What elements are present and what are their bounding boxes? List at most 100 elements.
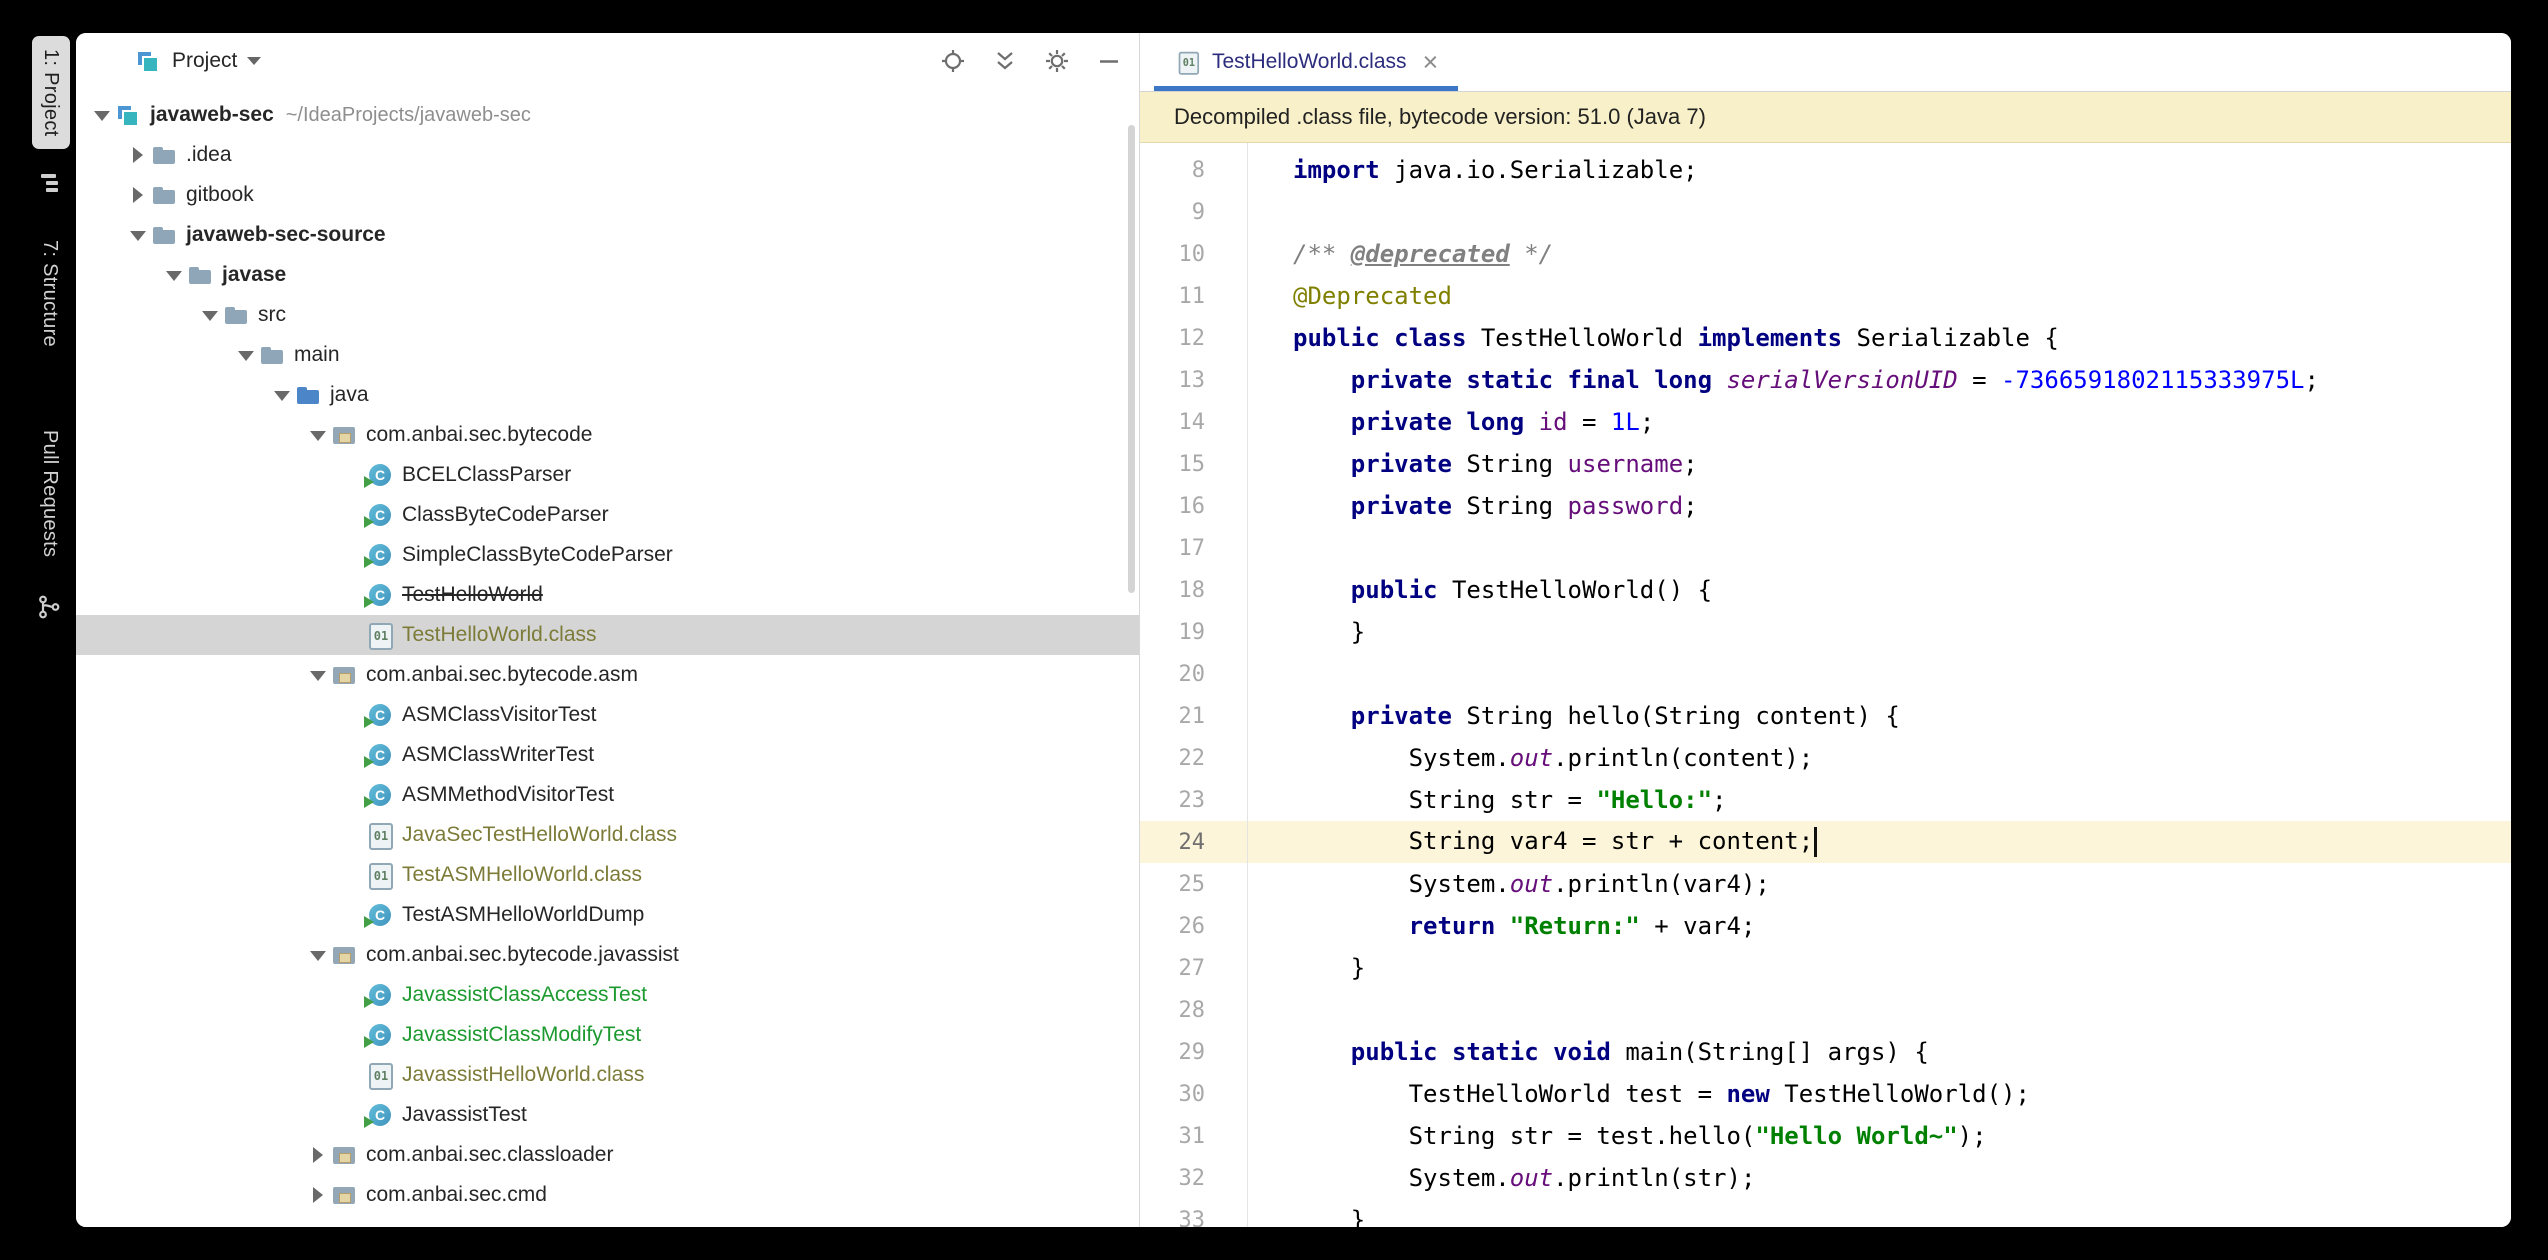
tree-arrow-spacer bbox=[342, 615, 366, 655]
tree-arrow-spacer bbox=[342, 735, 366, 775]
code-line-text: } bbox=[1247, 618, 1365, 646]
tree-item[interactable]: main bbox=[76, 335, 1139, 375]
class-icon bbox=[366, 701, 394, 729]
line-number: 10 bbox=[1140, 242, 1247, 267]
project-scrollbar-thumb[interactable] bbox=[1128, 125, 1135, 593]
tree-open-arrow-icon[interactable] bbox=[270, 375, 294, 415]
code-line: 9 bbox=[1140, 191, 2511, 233]
folder-icon bbox=[186, 261, 214, 289]
close-icon[interactable]: × bbox=[1423, 49, 1439, 76]
editor-tab-testhelloworld-class[interactable]: TestHelloWorld.class × bbox=[1154, 33, 1458, 91]
structure-icon[interactable] bbox=[38, 170, 62, 199]
tree-open-arrow-icon[interactable] bbox=[306, 935, 330, 975]
code-line-text: @Deprecated bbox=[1247, 282, 1452, 310]
tree-item-label: ASMClassWriterTest bbox=[402, 743, 594, 767]
tool-button-structure[interactable]: 7: Structure bbox=[38, 240, 62, 347]
tree-item[interactable]: javaweb-sec-source bbox=[76, 215, 1139, 255]
line-number: 27 bbox=[1140, 956, 1247, 981]
tree-item[interactable]: ClassByteCodeParser bbox=[76, 495, 1139, 535]
tree-item[interactable]: JavassistClassAccessTest bbox=[76, 975, 1139, 1015]
locate-file-icon[interactable] bbox=[939, 47, 967, 75]
git-icon[interactable] bbox=[36, 594, 62, 625]
tree-item-label: TestHelloWorld.class bbox=[402, 623, 597, 647]
tree-item[interactable]: SimpleClassByteCodeParser bbox=[76, 535, 1139, 575]
tree-item[interactable]: ASMClassWriterTest bbox=[76, 735, 1139, 775]
tree-arrow-spacer bbox=[342, 695, 366, 735]
line-number: 12 bbox=[1140, 326, 1247, 351]
tree-item[interactable]: TestASMHelloWorldDump bbox=[76, 895, 1139, 935]
code-line-text: public static void main(String[] args) { bbox=[1247, 1038, 1929, 1066]
tree-item[interactable]: javaweb-sec~/IdeaProjects/javaweb-sec bbox=[76, 95, 1139, 135]
classfile-icon bbox=[366, 861, 394, 889]
tool-button-pull-requests[interactable]: Pull Requests bbox=[38, 430, 62, 557]
tree-item[interactable] bbox=[76, 1215, 1139, 1227]
tree-item[interactable]: JavassistTest bbox=[76, 1095, 1139, 1135]
tree-open-arrow-icon[interactable] bbox=[306, 415, 330, 455]
tree-item[interactable]: gitbook bbox=[76, 175, 1139, 215]
class-icon bbox=[366, 541, 394, 569]
tree-item[interactable]: com.anbai.sec.classloader bbox=[76, 1135, 1139, 1175]
tree-item[interactable]: com.anbai.sec.bytecode.javassist bbox=[76, 935, 1139, 975]
tree-item[interactable]: src bbox=[76, 295, 1139, 335]
code-line: 26 return "Return:" + var4; bbox=[1140, 905, 2511, 947]
tree-item[interactable]: com.anbai.sec.cmd bbox=[76, 1175, 1139, 1215]
code-line: 27 } bbox=[1140, 947, 2511, 989]
code-line-text: System.out.println(content); bbox=[1247, 744, 1813, 772]
tree-item[interactable]: TestHelloWorld bbox=[76, 575, 1139, 615]
tree-item[interactable]: java bbox=[76, 375, 1139, 415]
tree-item-label: TestASMHelloWorld.class bbox=[402, 863, 642, 887]
tree-closed-arrow-icon[interactable] bbox=[306, 1175, 330, 1215]
tree-open-arrow-icon[interactable] bbox=[126, 215, 150, 255]
tree-item-label: javase bbox=[222, 263, 286, 287]
code-line: 12public class TestHelloWorld implements… bbox=[1140, 317, 2511, 359]
tree-open-arrow-icon[interactable] bbox=[162, 255, 186, 295]
editor-area: TestHelloWorld.class × Decompiled .class… bbox=[1140, 33, 2511, 1227]
line-number: 19 bbox=[1140, 620, 1247, 645]
line-number: 30 bbox=[1140, 1082, 1247, 1107]
tree-item[interactable]: JavassistClassModifyTest bbox=[76, 1015, 1139, 1055]
package-icon bbox=[330, 1141, 358, 1169]
tree-item[interactable]: javase bbox=[76, 255, 1139, 295]
tree-item[interactable]: ASMClassVisitorTest bbox=[76, 695, 1139, 735]
project-view-title[interactable]: Project bbox=[172, 49, 237, 73]
tree-item-label: ASMMethodVisitorTest bbox=[402, 783, 614, 807]
code-line: 23 String str = "Hello:"; bbox=[1140, 779, 2511, 821]
tree-closed-arrow-icon[interactable] bbox=[126, 135, 150, 175]
tree-item[interactable]: JavaSecTestHelloWorld.class bbox=[76, 815, 1139, 855]
tree-item[interactable]: JavassistHelloWorld.class bbox=[76, 1055, 1139, 1095]
collapse-all-icon[interactable] bbox=[991, 47, 1019, 75]
tree-open-arrow-icon[interactable] bbox=[306, 655, 330, 695]
tree-closed-arrow-icon[interactable] bbox=[126, 175, 150, 215]
code-editor[interactable]: 8import java.io.Serializable;910/** @dep… bbox=[1140, 143, 2511, 1227]
tree-item[interactable]: .idea bbox=[76, 135, 1139, 175]
tree-open-arrow-icon[interactable] bbox=[198, 295, 222, 335]
tree-item[interactable]: com.anbai.sec.bytecode.asm bbox=[76, 655, 1139, 695]
tree-item[interactable]: TestASMHelloWorld.class bbox=[76, 855, 1139, 895]
tree-closed-arrow-icon[interactable] bbox=[306, 1215, 330, 1227]
tree-open-arrow-icon[interactable] bbox=[90, 95, 114, 135]
code-line: 31 String str = test.hello("Hello World~… bbox=[1140, 1115, 2511, 1157]
tree-item-label: com.anbai.sec.bytecode.javassist bbox=[366, 943, 679, 967]
tree-item-label: com.anbai.sec.bytecode.asm bbox=[366, 663, 638, 687]
tree-arrow-spacer bbox=[342, 495, 366, 535]
class-icon bbox=[366, 501, 394, 529]
class-file-icon bbox=[1176, 50, 1200, 74]
tree-item-label: gitbook bbox=[186, 183, 254, 207]
line-number: 14 bbox=[1140, 410, 1247, 435]
tree-item-label: com.anbai.sec.classloader bbox=[366, 1143, 613, 1167]
tree-item[interactable]: TestHelloWorld.class bbox=[76, 615, 1139, 655]
package-icon bbox=[330, 941, 358, 969]
hide-panel-icon[interactable] bbox=[1095, 47, 1123, 75]
tree-item[interactable]: ASMMethodVisitorTest bbox=[76, 775, 1139, 815]
tree-item-label: JavassistClassAccessTest bbox=[402, 983, 647, 1007]
classfile-icon bbox=[366, 1061, 394, 1089]
gear-icon[interactable] bbox=[1043, 47, 1071, 75]
tool-button-project[interactable]: 1: Project bbox=[32, 36, 70, 149]
tree-item[interactable]: BCELClassParser bbox=[76, 455, 1139, 495]
tree-closed-arrow-icon[interactable] bbox=[306, 1135, 330, 1175]
code-line-text: String var4 = str + content; bbox=[1247, 827, 1817, 857]
class-icon bbox=[366, 581, 394, 609]
chevron-down-icon[interactable] bbox=[247, 57, 261, 65]
tree-item[interactable]: com.anbai.sec.bytecode bbox=[76, 415, 1139, 455]
tree-open-arrow-icon[interactable] bbox=[234, 335, 258, 375]
